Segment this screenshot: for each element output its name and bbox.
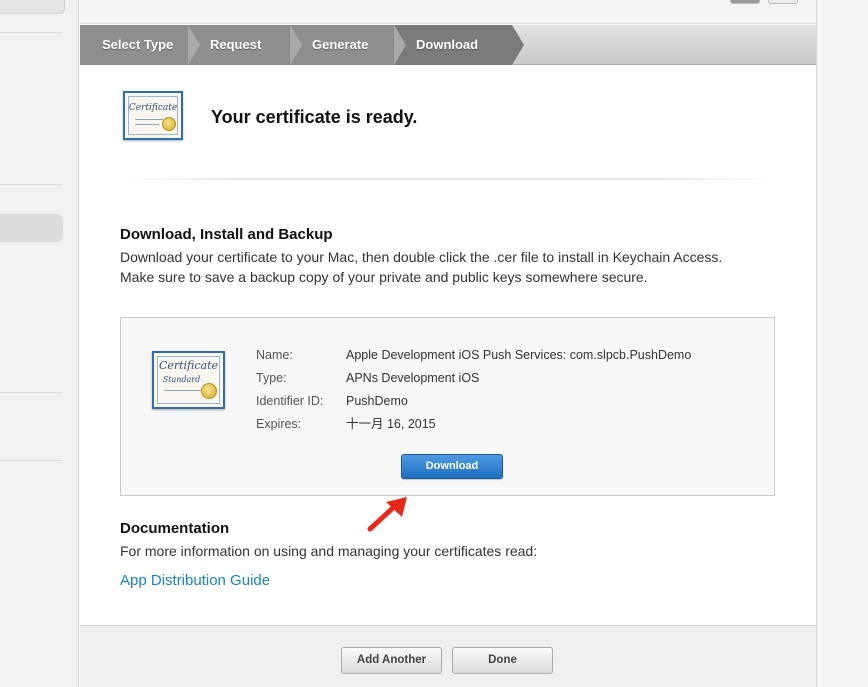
sidebar-divider bbox=[0, 32, 62, 33]
footer-bar: Add Another Done bbox=[80, 625, 816, 687]
step-separator bbox=[394, 25, 406, 65]
main-content: Certificate Your certificate is ready. D… bbox=[80, 65, 816, 625]
view-toggle-button[interactable] bbox=[730, 0, 760, 4]
left-sidebar bbox=[0, 0, 79, 687]
documentation-heading: Documentation bbox=[120, 520, 230, 537]
download-section-text: Download your certificate to your Mac, t… bbox=[120, 249, 723, 285]
page-title: Your certificate is ready. bbox=[211, 107, 418, 127]
documentation-text: For more information on using and managi… bbox=[120, 543, 538, 559]
step-separator bbox=[512, 25, 524, 65]
step-separator bbox=[290, 25, 302, 65]
add-another-button[interactable]: Add Another bbox=[341, 647, 442, 674]
certificate-details-card: Certificate Standard Name: Apple Develop… bbox=[120, 317, 775, 496]
step-generate: Generate bbox=[290, 25, 394, 65]
app-distribution-guide-link[interactable]: App Distribution Guide bbox=[120, 572, 270, 589]
sidebar-selected-item[interactable] bbox=[0, 214, 63, 242]
view-toggle-button[interactable] bbox=[768, 0, 798, 4]
sidebar-divider bbox=[0, 184, 62, 185]
step-separator bbox=[188, 25, 200, 65]
step-progress-bar: Select Type Request Generate Download bbox=[80, 25, 816, 65]
step-request: Request bbox=[188, 25, 290, 65]
red-arrow-icon bbox=[367, 497, 407, 532]
certificate-icon: Certificate bbox=[123, 91, 183, 140]
step-download: Download bbox=[394, 25, 512, 65]
download-section-heading: Download, Install and Backup bbox=[120, 226, 333, 243]
done-button[interactable]: Done bbox=[452, 647, 553, 674]
top-strip bbox=[80, 0, 816, 24]
divider bbox=[120, 178, 776, 180]
sidebar-top-tab[interactable] bbox=[0, 0, 65, 14]
right-gutter bbox=[816, 0, 868, 687]
step-select-type: Select Type bbox=[80, 25, 188, 65]
certificate-standard-icon: Certificate Standard bbox=[152, 351, 225, 409]
sidebar-divider bbox=[0, 392, 62, 393]
sidebar-divider bbox=[0, 460, 62, 461]
download-button[interactable]: Download bbox=[401, 454, 503, 479]
